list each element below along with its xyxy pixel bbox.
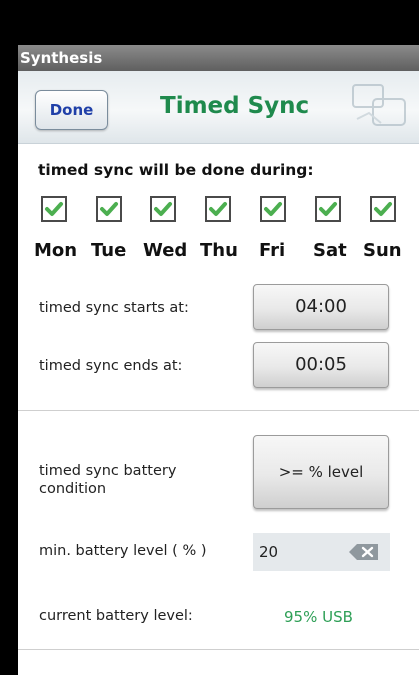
day-sat: Sat [313, 196, 361, 261]
checkbox-wed[interactable] [150, 196, 176, 222]
battery-condition-label: timed sync battery condition [39, 463, 177, 497]
left-edge [0, 45, 18, 675]
checkbox-thu[interactable] [205, 196, 231, 222]
start-time-label: timed sync starts at: [39, 300, 189, 316]
checkmark-icon [45, 202, 63, 216]
checkmark-icon [209, 202, 227, 216]
app-name: Synthesis [20, 49, 103, 67]
day-label: Tue [91, 240, 127, 261]
backspace-clear-icon[interactable] [348, 543, 380, 561]
checkmark-icon [154, 202, 172, 216]
day-label: Thu [200, 240, 238, 261]
min-battery-value: 20 [259, 543, 279, 561]
checkbox-mon[interactable] [41, 196, 67, 222]
checkbox-tue[interactable] [96, 196, 122, 222]
header-decoration-icon [352, 84, 406, 126]
section-divider [18, 649, 419, 650]
day-tue: Tue [91, 196, 142, 261]
battery-condition-button[interactable]: >= % level [253, 435, 389, 509]
end-time-button[interactable]: 00:05 [253, 342, 389, 388]
day-label: Mon [34, 240, 78, 261]
app-title-bar: Synthesis [18, 45, 419, 71]
day-fri: Fri [258, 196, 306, 261]
end-time-label: timed sync ends at: [39, 358, 183, 374]
day-wed: Wed [143, 196, 196, 261]
min-battery-label: min. battery level ( % ) [39, 543, 207, 559]
checkmark-icon [100, 202, 118, 216]
current-battery-label: current battery level: [39, 608, 193, 624]
checkbox-sat[interactable] [315, 196, 341, 222]
checkbox-sun[interactable] [370, 196, 396, 222]
done-button[interactable]: Done [35, 90, 108, 130]
day-thu: Thu [200, 196, 251, 261]
current-battery-value: 95% USB [284, 608, 353, 626]
day-sun: Sun [363, 196, 416, 261]
day-label: Fri [259, 240, 286, 261]
checkbox-fri[interactable] [260, 196, 286, 222]
day-label: Wed [143, 240, 188, 261]
start-time-button[interactable]: 04:00 [253, 284, 389, 330]
checkmark-icon [374, 202, 392, 216]
days-section-label: timed sync will be done during: [38, 161, 314, 179]
checkmark-icon [319, 202, 337, 216]
timed-sync-screen: Done Timed Sync timed sync will be done … [18, 71, 419, 675]
header: Done Timed Sync [18, 71, 419, 144]
min-battery-field[interactable]: 20 [253, 533, 390, 571]
page-title: Timed Sync [160, 93, 310, 119]
day-label: Sun [363, 240, 402, 261]
section-divider [18, 410, 419, 411]
status-bar [0, 0, 419, 45]
day-mon: Mon [34, 196, 87, 261]
day-label: Sat [313, 240, 347, 261]
checkmark-icon [264, 202, 282, 216]
